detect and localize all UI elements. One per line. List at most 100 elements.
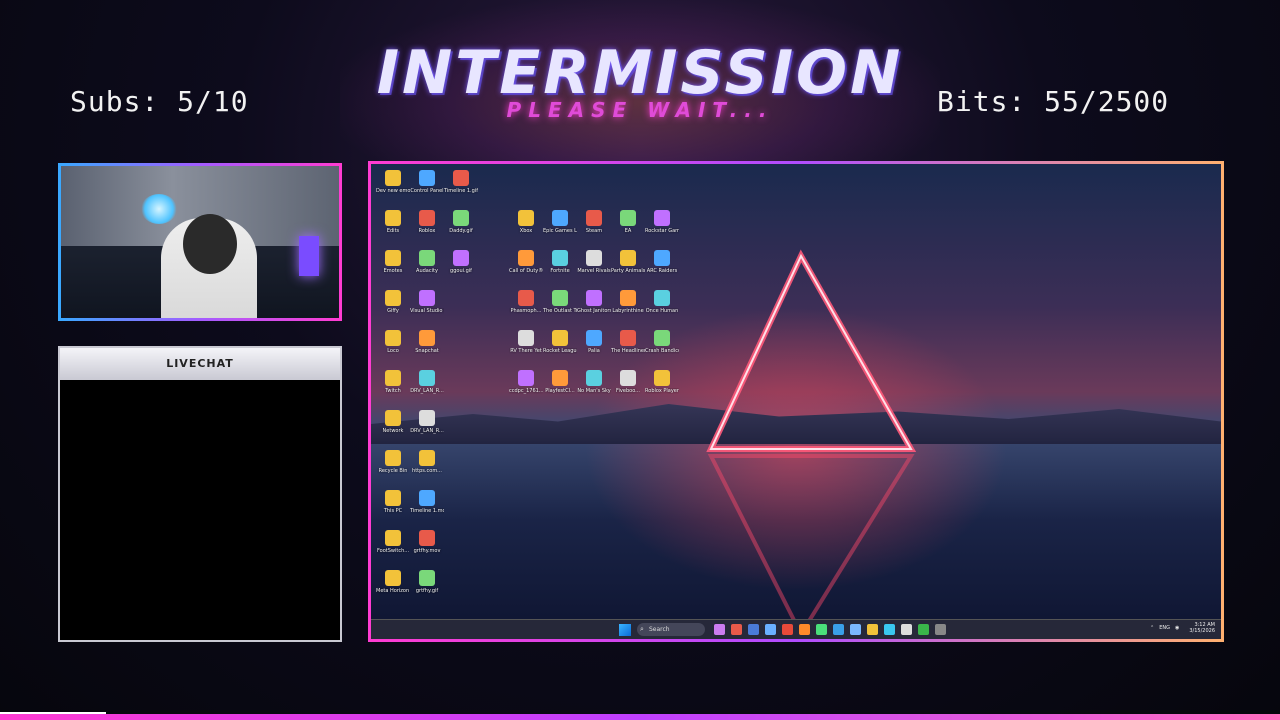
desktop-icon[interactable]: Roblox Player (645, 370, 679, 394)
desktop-icon[interactable]: Snapchat (410, 330, 444, 354)
desktop-icon[interactable]: Recycle Bin (376, 450, 410, 474)
desktop-icon[interactable]: DRV_LAN_R... (410, 410, 444, 434)
desktop-icon[interactable]: Steam (577, 210, 611, 234)
desktop-icon-label: RV There Yet (510, 348, 542, 354)
desktop-icon[interactable]: grtfhy.mov (410, 530, 444, 554)
desktop-icon[interactable]: EA (611, 210, 645, 234)
desktop-icon[interactable]: Ghost Janitors (577, 290, 611, 314)
app-icon (385, 290, 401, 306)
desktop-icon[interactable]: Labyrinthine (611, 290, 645, 314)
app-icon (552, 370, 568, 386)
desktop-icon-label: Timeline 1.mov (410, 508, 444, 514)
desktop-icon-label: Meta Horizon Link (376, 588, 410, 594)
desktop-icon-label: Loco (387, 348, 399, 354)
desktop-icon[interactable]: ggoui.gif (444, 250, 478, 274)
app-icon (620, 210, 636, 226)
desktop-icon[interactable]: Giffy (376, 290, 410, 314)
firefox-icon[interactable] (799, 624, 810, 635)
desktop-icon-label: This PC (383, 508, 403, 514)
desktop-icon[interactable]: Control Panel (410, 170, 444, 194)
xbox-icon[interactable] (918, 624, 929, 635)
desktop-icon[interactable]: RV There Yet (509, 330, 543, 354)
desktop-icon[interactable]: Visual Studio Code (410, 290, 444, 314)
taskbar-app-icon[interactable] (850, 624, 861, 635)
desktop-icon[interactable]: Meta Horizon Link (376, 570, 410, 594)
app-icon (654, 370, 670, 386)
taskbar-app-icon[interactable] (901, 624, 912, 635)
desktop-icon[interactable]: Roblox (410, 210, 444, 234)
desktop-icon[interactable]: grtfhy.gif (410, 570, 444, 594)
desktop-icon[interactable]: Marvel Rivals (577, 250, 611, 274)
language-indicator[interactable]: ENG (1159, 625, 1170, 631)
desktop-icon-label: grtfhy.gif (415, 588, 439, 594)
desktop-icon[interactable]: This PC (376, 490, 410, 514)
desktop-icon[interactable]: FootSwitch... (376, 530, 410, 554)
app-icon (385, 570, 401, 586)
desktop-icon[interactable]: The Outlast Trials (543, 290, 577, 314)
taskbar-app-icon[interactable] (833, 624, 844, 635)
taskbar-app-icon[interactable] (884, 624, 895, 635)
clock[interactable]: 3:12 AM 3/15/2026 (1184, 622, 1215, 634)
desktop-icon-label: Control Panel (410, 188, 444, 194)
desktop-icon[interactable]: Rockstar Games... (645, 210, 679, 234)
taskbar-search[interactable]: Search (637, 623, 705, 636)
taskbar-app-icon[interactable] (731, 624, 742, 635)
chrome-icon[interactable] (782, 624, 793, 635)
desktop-icon-label: DRV_LAN_R... (410, 428, 444, 434)
desktop-icon[interactable]: Network (376, 410, 410, 434)
desktop-icon[interactable]: Edits (376, 210, 410, 234)
desktop-icon[interactable]: Palia (577, 330, 611, 354)
taskbar-app-icon[interactable] (935, 624, 946, 635)
desktop-icon[interactable]: Rocket League® (543, 330, 577, 354)
desktop-icon[interactable]: Fortnite (543, 250, 577, 274)
app-icon (620, 330, 636, 346)
app-icon (586, 250, 602, 266)
desktop-icon[interactable]: ccdpc_1761... (509, 370, 543, 394)
desktop-icon[interactable]: Timeline 1.gif (444, 170, 478, 194)
desktop-icon[interactable]: Epic Games Launcher (543, 210, 577, 234)
taskbar-app-icon[interactable] (765, 624, 776, 635)
desktop-icon-label: Labyrinthine (612, 308, 644, 314)
desktop-icon[interactable]: The Headliners (611, 330, 645, 354)
desktop-icon[interactable]: PlayfestCl... (543, 370, 577, 394)
desktop-icon[interactable]: ARC Raiders (645, 250, 679, 274)
start-icon[interactable] (619, 623, 631, 636)
desktop-icon-label: Party Animals (611, 268, 645, 274)
desktop-icon[interactable]: No Man's Sky (577, 370, 611, 394)
folder-icon[interactable] (867, 624, 878, 635)
app-icon (518, 290, 534, 306)
desktop-icon[interactable]: DRV_LAN_R... (410, 370, 444, 394)
taskbar: Search ⌃ ENG ◉ 3:12 AM 3/15/2026 (371, 619, 1221, 639)
app-icon (385, 530, 401, 546)
chevron-up-icon[interactable]: ⌃ (1150, 625, 1154, 631)
taskbar-app-icon[interactable] (714, 624, 725, 635)
desktop-icon[interactable]: Twitch (376, 370, 410, 394)
desktop-icon[interactable]: Crash Bandicoot... (645, 330, 679, 354)
desktop-icon[interactable]: Emotes (376, 250, 410, 274)
desktop-icon[interactable]: Xbox (509, 210, 543, 234)
desktop-icon[interactable]: Loco (376, 330, 410, 354)
desktop-icon[interactable]: Call of Duty® (509, 250, 543, 274)
desktop-icon[interactable]: Dev new emotes (376, 170, 410, 194)
desktop-icon[interactable]: Timeline 1.mov (410, 490, 444, 514)
taskbar-app-icon[interactable] (748, 624, 759, 635)
desktop-icon[interactable]: Audacity (410, 250, 444, 274)
desktop-icon[interactable]: Party Animals (611, 250, 645, 274)
desktop-icon[interactable]: Once Human (645, 290, 679, 314)
desktop-icon[interactable]: https.com... (410, 450, 444, 474)
app-icon (385, 410, 401, 426)
wifi-icon[interactable]: ◉ (1175, 625, 1179, 631)
app-icon (419, 450, 435, 466)
desktop-icon-label: Phasmoph... (510, 308, 542, 314)
clock-date: 3/15/2026 (1189, 628, 1215, 634)
desktop-icon-label: Crash Bandicoot... (645, 348, 679, 354)
taskbar-app-icon[interactable] (816, 624, 827, 635)
app-icon (419, 370, 435, 386)
desktop-icon[interactable]: Fiveboo... (611, 370, 645, 394)
desktop-icon[interactable]: Phasmoph... (509, 290, 543, 314)
app-icon (419, 170, 435, 186)
desktop-icon-label: Roblox (418, 228, 436, 234)
app-icon (620, 290, 636, 306)
desktop-icon-label: Palia (588, 348, 600, 354)
desktop-icon[interactable]: Daddy.gif (444, 210, 478, 234)
